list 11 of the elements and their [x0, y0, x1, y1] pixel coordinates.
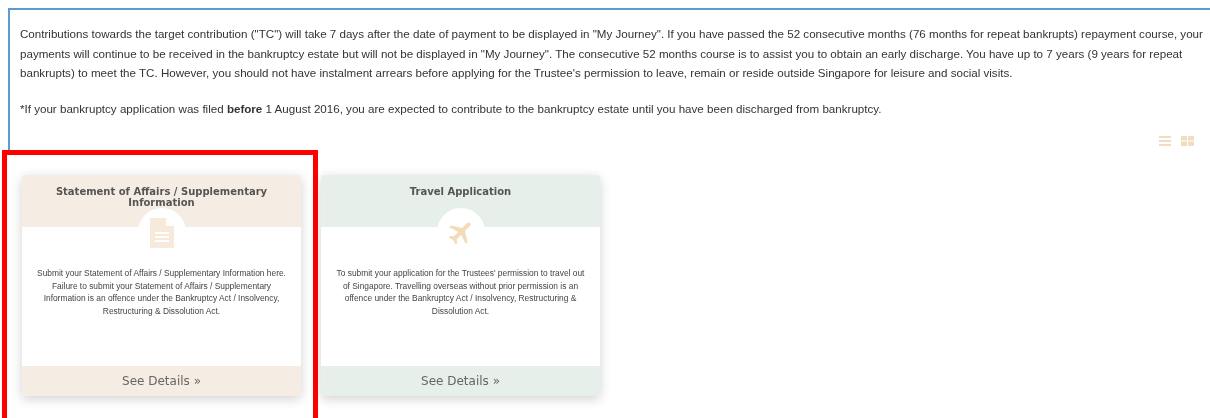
- see-details-link[interactable]: See Details »: [122, 374, 201, 388]
- notice-text: *If your bankruptcy application was filed before 1 August 2016, you are expected to contribute to the bankruptcy estate until you have been discharged from bankruptcy.: [20, 100, 883, 117]
- card-title: Travel Application: [408, 185, 513, 197]
- notice-text: Contributions towards the target contribution ("TC") will take 7 days after the date of payment to be displayed in "My Journey". If you have passed the 52 consecutive months (76 months for repeat bankrupts) repayment course, your payments will continue to be received in the bankruptcy estate but will not be displayed in "My Journey". The consecutive 52 months course is to assist you to obtain an early discharge. You have up to 7 years (9 years for repeat bankrupts) to meet the TC. However, you should not have instalment arrears before applying for the Trustee's permission to leave, remain or reside outside Singapore for leisure and social visits.: [20, 26, 1204, 81]
- service-card[interactable]: [22, 175, 301, 396]
- card-description: To submit your application for the Trustees' permission to travel out of Singapore. Travelling overseas without prior permission is an offence under the Bankruptcy Act / Insolvency, Restructuring & Dissolution Act.: [335, 267, 586, 318]
- document-icon: [149, 218, 174, 248]
- card-title: Statement of Affairs / Supplementary Information: [54, 185, 269, 208]
- card-description: Submit your Statement of Affairs / Supplementary Information here. Failure to submit your Statement of Affairs / Supplementary Information is an offence under the Bankruptcy Act / Insolvency, Restructuring & Dissolution Act.: [36, 267, 287, 318]
- service-card[interactable]: [321, 175, 600, 396]
- see-details-link[interactable]: See Details »: [421, 374, 500, 388]
